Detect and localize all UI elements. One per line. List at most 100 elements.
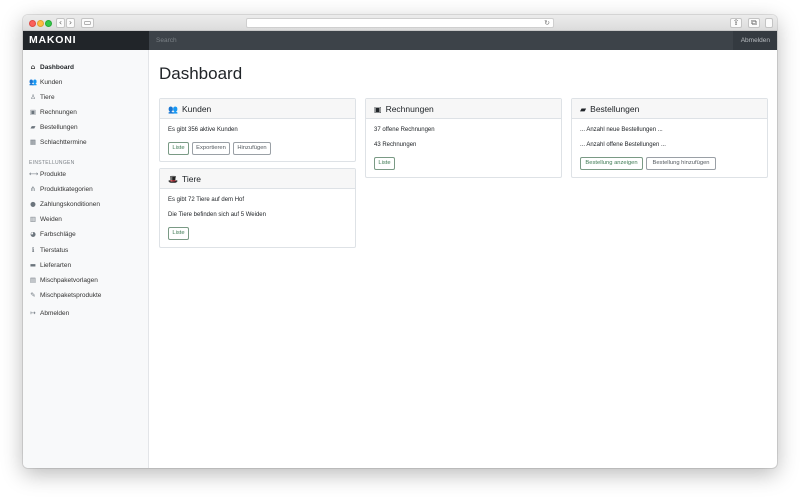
sign-out-icon: ↦ — [30, 309, 36, 317]
rechnungen-total-text: 43 Rechnungen — [374, 142, 417, 148]
kunden-add-button[interactable]: Hinzufügen — [233, 142, 271, 155]
bestellung-hinzufuegen-button[interactable]: Bestellung hinzufügen — [646, 157, 716, 170]
sidebar-item-bestellungen[interactable]: ▰ Bestellungen — [29, 121, 78, 133]
sidebar-item-zahlungskonditionen[interactable]: ● Zahlungskonditionen — [29, 198, 100, 210]
folder-open-icon: ▰ — [580, 105, 587, 114]
sidebar-item-weiden[interactable]: ▥ Weiden — [29, 213, 62, 225]
sidebar-item-tiere[interactable]: ♙ Tiere — [29, 91, 55, 103]
kunden-count-text: Es gibt 356 aktive Kunden — [168, 127, 238, 133]
app-navbar: MAKONI Search Abmelden — [23, 31, 777, 50]
hat-icon: ♙ — [30, 93, 36, 101]
share-button[interactable]: ⇪ — [730, 18, 742, 28]
palette-icon: ◕ — [30, 230, 36, 238]
sidebar-item-label: Weiden — [40, 216, 62, 223]
back-icon: ‹ — [58, 18, 63, 27]
card-title: Kunden — [181, 104, 212, 114]
sidebar-item-schlachttermine[interactable]: ▦ Schlachttermine — [29, 136, 87, 148]
file-icon: ▤ — [29, 276, 37, 284]
sidebar-item-dashboard[interactable]: ⌂ Dashboard — [29, 61, 74, 73]
tiere-count-text: Es gibt 72 Tiere auf dem Hof — [168, 197, 245, 203]
sidebar-item-rechnungen[interactable]: ▣ Rechnungen — [29, 106, 77, 118]
sidebar-item-kunden[interactable]: 👥 Kunden — [29, 76, 62, 88]
sidebar-item-label: Rechnungen — [40, 109, 77, 116]
users-icon: 👥 — [29, 78, 38, 86]
sidebar-item-label: Tiere — [40, 94, 55, 101]
new-tab-button[interactable] — [765, 18, 773, 28]
settings-section-heading: EINSTELLUNGEN — [29, 160, 75, 166]
card-header: ▰ Bestellungen — [572, 99, 767, 119]
sidebar-item-mischpaketvorlagen[interactable]: ▤ Mischpaketvorlagen — [29, 274, 98, 286]
card-header: 🎩 Tiere — [160, 169, 355, 189]
home-icon: ⌂ — [30, 63, 36, 71]
sidebar-item-label: Produktkategorien — [40, 186, 93, 193]
info-icon: ℹ — [31, 246, 35, 254]
main-content: Dashboard 👥 Kunden Es gibt 356 aktive Kun… — [149, 50, 777, 468]
address-bar[interactable]: ↻ — [246, 18, 554, 28]
kunden-export-button[interactable]: Exportieren — [192, 142, 230, 155]
back-button[interactable]: ‹ — [56, 18, 65, 28]
money-bill-icon: ▣ — [374, 105, 382, 114]
dumbbell-icon: ⟷ — [29, 170, 39, 178]
sidebar-item-label: Schlachttermine — [40, 139, 87, 146]
sidebar-item-label: Bestellungen — [40, 124, 78, 131]
search-input[interactable]: Search — [149, 31, 733, 50]
sidebar-item-lieferarten[interactable]: ▬ Lieferarten — [29, 259, 71, 271]
tabs-overview-button[interactable]: ⧉ — [748, 18, 760, 28]
sidebar-item-label: Tierstatus — [40, 247, 69, 254]
sidebar-item-tierstatus[interactable]: ℹ Tierstatus — [29, 244, 69, 256]
logout-link[interactable]: Abmelden — [741, 31, 770, 50]
sidebar-icon: ▭ — [83, 18, 92, 27]
bestellungen-open-text: ... Anzahl offene Bestellungen ... — [580, 142, 666, 148]
card-bestellungen: ▰ Bestellungen ... Anzahl neue Bestellung… — [571, 98, 768, 178]
sidebar-item-label: Zahlungskonditionen — [40, 201, 100, 208]
hat-cowboy-icon: 🎩 — [168, 175, 178, 184]
calendar-icon: ▦ — [29, 138, 37, 146]
sidebar-item-farbschlaege[interactable]: ◕ Farbschläge — [29, 228, 76, 240]
folder-icon: ▰ — [30, 123, 36, 131]
sidebar-item-label: Produkte — [40, 171, 67, 178]
share-icon: ⇪ — [732, 18, 740, 27]
browser-toolbar: ‹ › ▭ ↻ ⇪ ⧉ — [23, 15, 777, 31]
forward-icon: › — [68, 18, 73, 27]
card-header: 👥 Kunden — [160, 99, 355, 119]
kunden-list-button[interactable]: Liste — [168, 142, 189, 155]
sitemap-icon: ⋔ — [30, 185, 36, 193]
sidebar-toggle-button[interactable]: ▭ — [81, 18, 94, 28]
sidebar-item-produkte[interactable]: ⟷ Produkte — [29, 168, 66, 180]
reload-icon[interactable]: ↻ — [544, 19, 550, 28]
rechnungen-open-text: 37 offene Rechnungen — [374, 127, 435, 133]
sidebar-item-label: Lieferarten — [40, 262, 72, 269]
info-circle-icon: ● — [30, 200, 36, 208]
card-title: Bestellungen — [590, 104, 640, 114]
truck-icon: ▬ — [29, 261, 37, 269]
tabs-icon: ⧉ — [751, 18, 757, 27]
bestellungen-new-text: ... Anzahl neue Bestellungen ... — [580, 127, 663, 133]
card-title: Tiere — [181, 174, 202, 184]
minimize-window-button[interactable] — [37, 19, 44, 27]
brand-logo[interactable]: MAKONI — [23, 31, 149, 50]
bestellung-anzeigen-button[interactable]: Bestellung anzeigen — [580, 157, 643, 170]
users-icon: 👥 — [168, 105, 178, 114]
browser-window: ‹ › ▭ ↻ ⇪ ⧉ MAKONI Search Abmelden ⌂ Dash… — [23, 15, 777, 468]
card-tiere: 🎩 Tiere Es gibt 72 Tiere auf dem Hof Die … — [159, 168, 356, 248]
page-title: Dashboard — [159, 64, 243, 83]
close-window-button[interactable] — [29, 19, 36, 27]
card-rechnungen: ▣ Rechnungen 37 offene Rechnungen 43 Rech… — [365, 98, 562, 178]
sidebar-item-label: Mischpaketvorlagen — [40, 277, 98, 284]
rechnungen-list-button[interactable]: Liste — [374, 157, 395, 170]
sidebar-item-label: Farbschläge — [40, 231, 76, 238]
card-header: ▣ Rechnungen — [366, 99, 561, 119]
sidebar: ⌂ Dashboard 👥 Kunden ♙ Tiere ▣ Rechnungen ▰ B… — [23, 50, 149, 468]
pencil-ruler-icon: ✎ — [30, 291, 36, 299]
sidebar-item-label: Dashboard — [40, 64, 74, 71]
tiere-weiden-text: Die Tiere befinden sich auf 5 Weiden — [168, 212, 266, 218]
money-bill-icon: ▣ — [29, 108, 37, 116]
tiere-list-button[interactable]: Liste — [168, 227, 189, 240]
zoom-window-button[interactable] — [45, 19, 52, 27]
sidebar-item-mischpaketsprodukte[interactable]: ✎ Mischpaketsprodukte — [29, 289, 101, 301]
sidebar-item-label: Abmelden — [40, 310, 70, 317]
sidebar-item-label: Kunden — [40, 79, 63, 86]
forward-button[interactable]: › — [66, 18, 75, 28]
sidebar-item-abmelden[interactable]: ↦ Abmelden — [29, 307, 69, 319]
sidebar-item-produktkategorien[interactable]: ⋔ Produktkategorien — [29, 183, 93, 195]
